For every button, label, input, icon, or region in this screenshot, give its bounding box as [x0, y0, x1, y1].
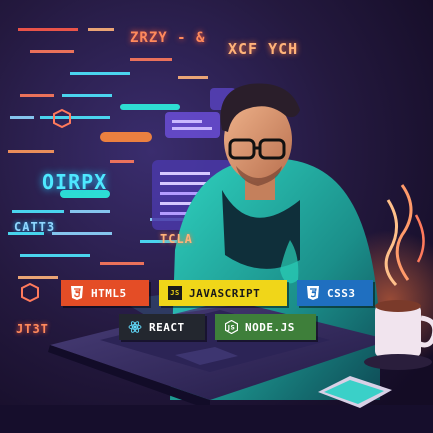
neon-code-text-4: CATT3: [14, 220, 56, 234]
nodejs-badge-label: NODE.JS: [245, 320, 295, 334]
css3-icon: [306, 286, 320, 300]
react-badge: REACT: [119, 314, 205, 340]
svg-text:JS: JS: [226, 325, 235, 332]
javascript-badge-label: JAVASCRIPT: [189, 286, 261, 300]
html5-badge-label: HTML5: [91, 286, 127, 300]
neon-code-text-1: ZRZY - &: [130, 30, 206, 46]
nodejs-icon: JS: [224, 320, 238, 334]
javascript-icon: JS: [168, 286, 182, 300]
react-icon: [128, 320, 142, 334]
background-artwork: [0, 0, 433, 433]
html5-badge: HTML5: [61, 280, 149, 306]
nodejs-badge: JS NODE.JS: [215, 314, 316, 340]
html5-icon: [70, 286, 84, 300]
css3-badge-label: CSS3: [327, 286, 356, 300]
javascript-badge: JS JAVASCRIPT: [159, 280, 287, 306]
react-badge-label: REACT: [149, 320, 185, 334]
neon-code-text-3: OIRPX: [42, 170, 108, 194]
neon-code-text-2: XCF YCH: [228, 40, 299, 58]
css3-badge: CSS3: [297, 280, 373, 306]
neon-code-text-6: JT3T: [16, 322, 49, 336]
neon-code-text-5: TCLA: [160, 232, 193, 246]
illustration-scene: ZRZY - & XCF YCH OIRPX CATT3 TCLA JT3T: [0, 0, 433, 433]
